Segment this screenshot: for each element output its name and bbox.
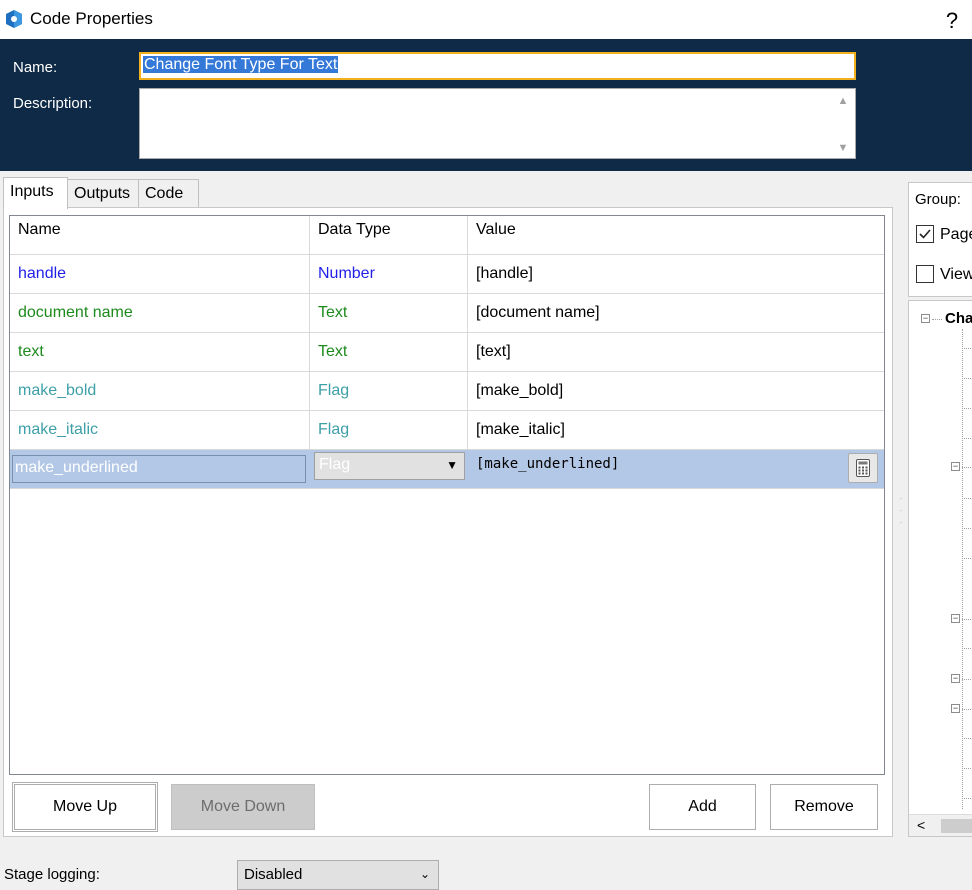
tree-connector	[962, 679, 972, 680]
calculator-icon	[856, 459, 870, 477]
column-header-data-type[interactable]: Data Type	[310, 216, 468, 255]
expression-editor-button[interactable]	[848, 453, 878, 483]
row-name: text	[10, 333, 310, 372]
collapse-icon[interactable]: −	[951, 462, 960, 471]
tree-connector	[962, 467, 972, 468]
row-name: make_bold	[10, 372, 310, 411]
tree-connector	[962, 738, 972, 739]
page-checkbox-label[interactable]: Page	[940, 226, 972, 244]
tree-connector	[962, 528, 972, 529]
help-button[interactable]: ?	[940, 8, 964, 34]
table-row[interactable]: text Text [text]	[10, 333, 884, 372]
view-checkbox-label[interactable]: View	[940, 266, 972, 284]
grid-header-row: Name Data Type Value	[10, 216, 884, 255]
group-label: Group:	[915, 191, 961, 208]
tree-connector	[962, 798, 972, 799]
add-button[interactable]: Add	[649, 784, 756, 830]
table-row[interactable]: document name Text [document name]	[10, 294, 884, 333]
description-label: Description:	[13, 95, 93, 112]
row-value: [handle]	[476, 265, 533, 282]
row-value: [make_italic]	[476, 421, 565, 438]
scroll-up-icon[interactable]: ▲	[836, 95, 850, 107]
description-textarea[interactable]: ▲ ▼	[139, 88, 856, 159]
title-bar: Code Properties ?	[0, 0, 972, 39]
scroll-left-icon[interactable]: <	[917, 817, 925, 833]
move-down-button[interactable]: Move Down	[171, 784, 315, 830]
chevron-down-icon: ⌄	[419, 867, 430, 881]
row-data-type-select[interactable]: Flag ▼	[314, 452, 465, 480]
splitter-handle[interactable]: · · ·	[897, 493, 905, 529]
tree-connector	[962, 408, 972, 409]
tree-root-node[interactable]: Cha	[945, 310, 972, 327]
row-value: [make_bold]	[476, 382, 564, 399]
row-name-edit-input[interactable]: make_underlined	[12, 455, 306, 483]
scroll-down-icon[interactable]: ▼	[836, 142, 850, 154]
page-checkbox[interactable]	[916, 225, 934, 243]
collapse-icon[interactable]: −	[951, 614, 960, 623]
row-name: handle	[10, 255, 310, 294]
row-name: document name	[10, 294, 310, 333]
tree-connector	[962, 619, 972, 620]
row-data-type: Number	[310, 255, 468, 294]
window-title: Code Properties	[30, 9, 153, 28]
app-icon	[6, 10, 22, 28]
tree-connector	[962, 348, 972, 349]
stage-logging-select[interactable]: Disabled ⌄	[237, 860, 439, 890]
table-row[interactable]: make_italic Flag [make_italic]	[10, 411, 884, 450]
tree-connector	[962, 438, 972, 439]
row-data-type-value: Flag	[319, 456, 351, 473]
row-value: [document name]	[476, 304, 600, 321]
remove-button[interactable]: Remove	[770, 784, 878, 830]
stage-logging-label: Stage logging:	[4, 866, 100, 883]
stage-logging-value: Disabled	[244, 866, 303, 883]
row-data-type: Flag	[310, 372, 468, 411]
tree-connector	[962, 648, 972, 649]
checkmark-icon	[919, 229, 931, 239]
tab-code[interactable]: Code	[138, 179, 199, 207]
description-scrollbar[interactable]: ▲ ▼	[831, 89, 855, 158]
inputs-panel: Name Data Type Value handle Number [hand…	[3, 207, 893, 837]
tree-horizontal-scrollbar[interactable]: <	[909, 814, 972, 836]
row-value: [text]	[476, 343, 511, 360]
name-input[interactable]: Change Font Type For Text	[139, 52, 856, 80]
view-checkbox[interactable]	[916, 265, 934, 283]
tree-view[interactable]: − Cha − − − − <	[908, 300, 972, 837]
tree-connector	[932, 319, 942, 320]
group-panel: Group: Page View	[908, 182, 972, 297]
row-data-type: Text	[310, 333, 468, 372]
table-row[interactable]: handle Number [handle]	[10, 255, 884, 294]
tree-connector	[962, 329, 963, 809]
move-up-button[interactable]: Move Up	[12, 782, 158, 832]
tree-connector	[962, 498, 972, 499]
row-name: make_italic	[10, 411, 310, 450]
tab-inputs[interactable]: Inputs	[3, 177, 68, 209]
dropdown-arrow-icon[interactable]: ▼	[446, 458, 458, 472]
collapse-icon[interactable]: −	[921, 314, 930, 323]
column-header-name[interactable]: Name	[10, 216, 310, 255]
row-data-type: Flag	[310, 411, 468, 450]
selected-table-row[interactable]: make_underlined Flag ▼ [make_underlined]	[10, 450, 884, 489]
row-data-type: Text	[310, 294, 468, 333]
tab-outputs[interactable]: Outputs	[67, 179, 139, 207]
inputs-grid: Name Data Type Value handle Number [hand…	[9, 215, 885, 775]
collapse-icon[interactable]: −	[951, 674, 960, 683]
table-row[interactable]: make_bold Flag [make_bold]	[10, 372, 884, 411]
name-label: Name:	[13, 59, 58, 76]
tree-connector	[962, 558, 972, 559]
scrollbar-thumb[interactable]	[941, 819, 972, 833]
column-header-value[interactable]: Value	[468, 216, 884, 255]
tree-connector	[962, 709, 972, 710]
collapse-icon[interactable]: −	[951, 704, 960, 713]
tree-connector	[962, 378, 972, 379]
tree-connector	[962, 768, 972, 769]
row-value-edit-input[interactable]: [make_underlined]	[476, 456, 619, 472]
name-input-text: Change Font Type For Text	[143, 56, 339, 73]
